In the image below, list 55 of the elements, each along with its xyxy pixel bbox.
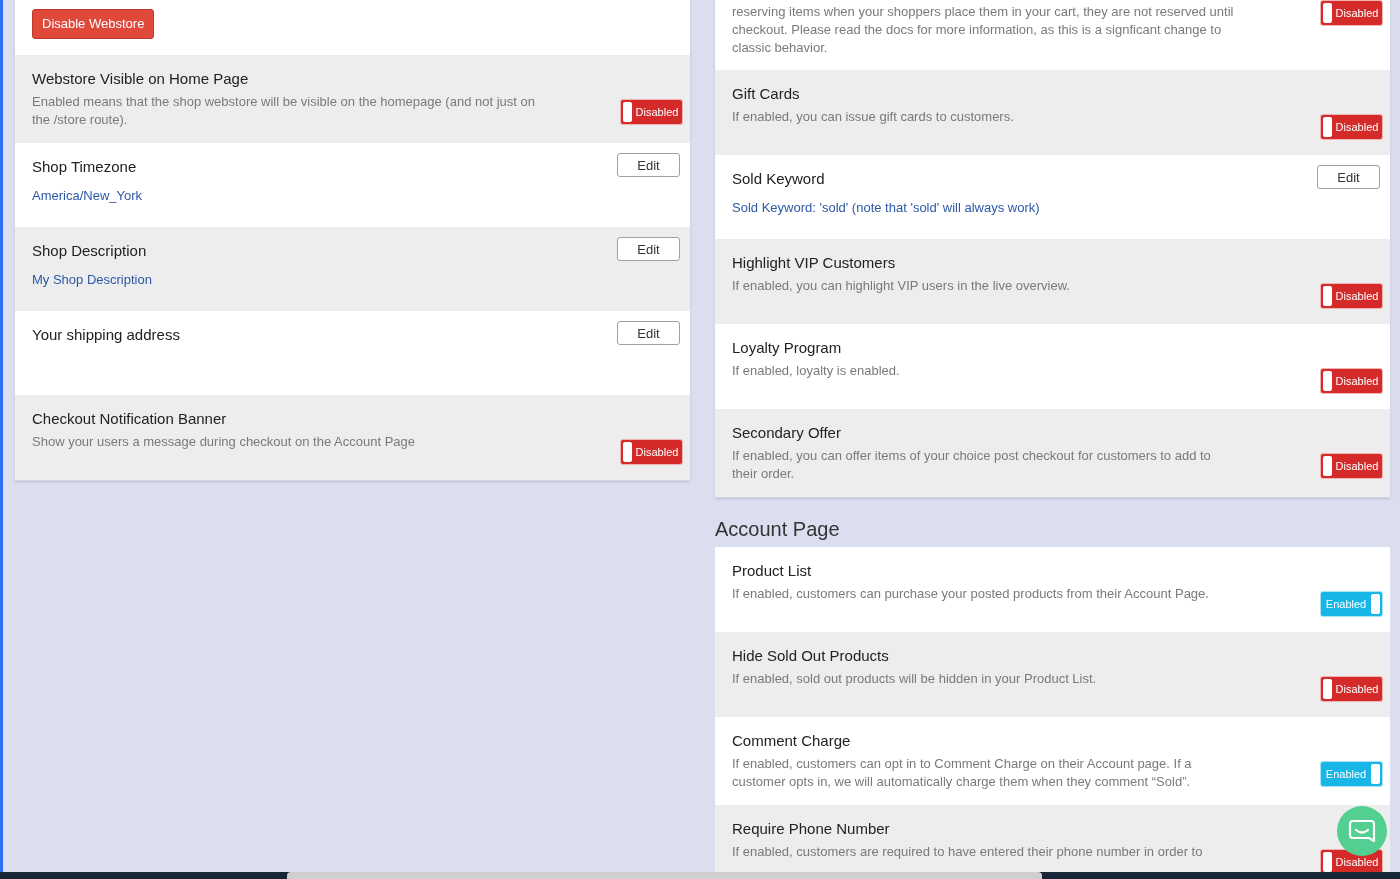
setting-description: If enabled, customers are required to have entered their phone number in order to: [732, 843, 1203, 861]
toggle-knob: [1371, 764, 1380, 784]
setting-title: Gift Cards: [732, 84, 800, 104]
setting-title: Shop Timezone: [32, 157, 137, 177]
setting-description: reserving items when your shoppers place them in your cart, they are not reserved until checkout. Please read the docs for more information, as this is a signficant change to classic behavior.: [732, 3, 1234, 57]
toggle-knob: [1323, 286, 1332, 306]
setting-description: Enabled means that the shop webstore will be visible on the homepage (and not just on the /store route).: [32, 93, 535, 129]
setting-value: Sold Keyword: 'sold' (note that 'sold' will always work): [732, 199, 1040, 217]
toggle-switch[interactable]: Disabled: [1320, 453, 1383, 479]
setting-title: Your shipping address: [32, 325, 180, 345]
setting-description: If enabled, customers can opt in to Comment Charge on their Account page. If a customer opts in, we will automatically charge them when they comment “Sold”.: [732, 755, 1192, 791]
chat-icon[interactable]: [1337, 806, 1387, 856]
setting-title: Highlight VIP Customers: [732, 253, 896, 273]
toggle-switch[interactable]: Disabled: [1320, 676, 1383, 702]
toggle-switch[interactable]: Disabled: [1320, 283, 1383, 309]
toggle-knob: [1323, 679, 1332, 699]
setting-title: Secondary Offer: [732, 423, 841, 443]
setting-title: Product List: [732, 561, 812, 581]
setting-title: Loyalty Program: [732, 338, 842, 358]
edit-button[interactable]: Edit: [617, 237, 680, 261]
toggle-knob: [1323, 3, 1332, 23]
toggle-knob: [623, 442, 632, 462]
setting-title: Require Phone Number: [732, 819, 890, 839]
edit-button[interactable]: Edit: [617, 153, 680, 177]
setting-title: Sold Keyword: [732, 169, 825, 189]
toggle-switch[interactable]: Disabled: [1320, 0, 1383, 26]
disable-webstore-button[interactable]: Disable Webstore: [32, 9, 155, 39]
toggle-knob: [1371, 594, 1380, 614]
setting-description: If enabled, sold out products will be hidden in your Product List.: [732, 670, 1097, 688]
section-heading: Account Page: [715, 517, 840, 541]
setting-description: If enabled, you can issue gift cards to customers.: [732, 108, 1014, 126]
setting-description: If enabled, you can highlight VIP users in the live overview.: [732, 277, 1070, 295]
setting-value: America/New_York: [32, 187, 143, 205]
setting-description: If enabled, you can offer items of your choice post checkout for customers to add to their order.: [732, 447, 1211, 483]
toggle-knob: [1323, 371, 1332, 391]
edit-button[interactable]: Edit: [1317, 165, 1380, 189]
setting-description: If enabled, loyalty is enabled.: [732, 362, 900, 380]
toggle-knob: [1323, 456, 1332, 476]
setting-title: Checkout Notification Banner: [32, 409, 227, 429]
toggle-knob: [623, 102, 632, 122]
toggle-switch[interactable]: Disabled: [1320, 114, 1383, 140]
setting-description: Show your users a message during checkout on the Account Page: [32, 433, 415, 451]
toggle-switch[interactable]: Disabled: [1320, 368, 1383, 394]
toggle-knob: [1323, 852, 1332, 872]
edit-button[interactable]: Edit: [617, 321, 680, 345]
setting-value: My Shop Description: [32, 271, 152, 289]
setting-description: If enabled, customers can purchase your posted products from their Account Page.: [732, 585, 1209, 603]
setting-title: Shop Description: [32, 241, 147, 261]
setting-title: Webstore Visible on Home Page: [32, 69, 249, 89]
toggle-knob: [1323, 117, 1332, 137]
setting-title: Comment Charge: [732, 731, 851, 751]
toggle-switch[interactable]: Disabled: [620, 99, 683, 125]
toggle-switch[interactable]: Disabled: [620, 439, 683, 465]
scrollbar-thumb[interactable]: [287, 872, 1042, 879]
setting-title: Hide Sold Out Products: [732, 646, 889, 666]
